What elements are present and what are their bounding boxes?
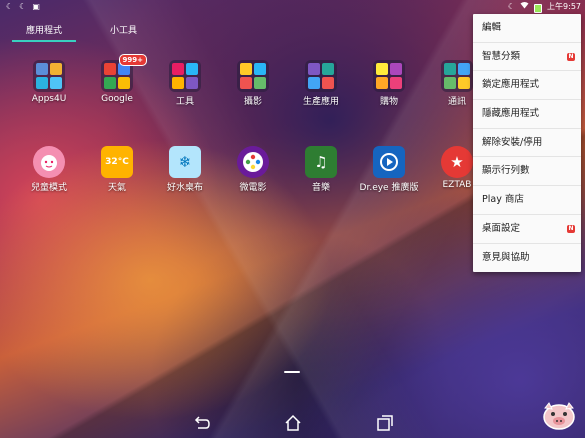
status-bar: ☾ ☾ ▣ ☾ 上午9:57 [0, 0, 585, 14]
menu-item-lock-apps[interactable]: 鎖定應用程式 [473, 71, 581, 101]
kids-mode-icon [33, 146, 65, 178]
clock: 上午9:57 [547, 2, 581, 11]
app-label: 兒童模式 [30, 183, 67, 193]
status-left: ☾ ☾ ▣ [6, 0, 40, 14]
moon-icon: ☾ [507, 2, 516, 11]
menu-item-label: 桌面設定 [482, 222, 521, 234]
app-label: 微電影 [239, 183, 267, 193]
weather-temperature: 32°C [105, 157, 129, 167]
app-tools-folder[interactable]: 工具 [154, 60, 216, 110]
app-kids-mode[interactable]: 兒童模式 [18, 146, 80, 196]
drawer-tabs: 應用程式 小工具 [12, 20, 151, 42]
moon-icon: ☾ [19, 2, 27, 11]
app-label: 好水桌布 [166, 183, 203, 193]
mascot-watermark-icon [539, 400, 579, 432]
app-row: Apps4U 999+ Google 工具 攝影 生產應用 購物 通訊 [18, 54, 498, 110]
wallpaper-icon: ❄ [169, 146, 201, 178]
tab-widgets[interactable]: 小工具 [96, 20, 151, 42]
notification-badge: 999+ [118, 54, 147, 66]
app-label: Apps4U [31, 94, 67, 104]
app-shopping-folder[interactable]: 購物 [358, 60, 420, 110]
gallery-icon: ▣ [32, 2, 40, 11]
menu-item-label: 顯示行列數 [482, 165, 530, 177]
app-label: 生產應用 [302, 97, 339, 107]
menu-item-edit[interactable]: 編輯 [473, 14, 581, 43]
overflow-menu: 編輯 智慧分類 N 鎖定應用程式 隱藏應用程式 解除安裝/停用 顯示行列數 Pla… [473, 14, 581, 272]
menu-item-play-store[interactable]: Play 商店 [473, 186, 581, 215]
menu-item-home-settings[interactable]: 桌面設定 N [473, 215, 581, 244]
new-badge: N [567, 52, 575, 61]
status-right: ☾ 上午9:57 [508, 0, 581, 14]
weather-icon: 32°C [101, 146, 133, 178]
menu-item-label: 鎖定應用程式 [482, 79, 540, 91]
moon-icon: ☾ [6, 2, 14, 11]
navigation-bar [0, 408, 585, 438]
folder-icon [441, 60, 473, 92]
folder-icon [373, 60, 405, 92]
battery-icon [534, 3, 543, 13]
app-productivity-folder[interactable]: 生產應用 [290, 60, 352, 110]
folder-icon [33, 60, 65, 92]
menu-item-label: 智慧分類 [482, 50, 521, 62]
minimovie-icon [237, 146, 269, 178]
folder-icon [305, 60, 337, 92]
app-wallpaper[interactable]: ❄ 好水桌布 [154, 146, 216, 196]
app-google-folder[interactable]: 999+ Google [86, 54, 148, 110]
app-camera-folder[interactable]: 攝影 [222, 60, 284, 110]
menu-item-label: 意見與協助 [482, 251, 530, 263]
app-label: 工具 [175, 97, 194, 107]
app-label: 音樂 [311, 183, 330, 193]
folder-icon [169, 60, 201, 92]
app-label: Google [101, 94, 133, 104]
menu-item-label: 編輯 [482, 22, 502, 33]
eztable-icon: ★ [441, 146, 473, 178]
new-badge: N [567, 224, 575, 233]
menu-item-label: 隱藏應用程式 [482, 108, 540, 120]
menu-item-uninstall[interactable]: 解除安裝/停用 [473, 129, 581, 158]
app-apps4u-folder[interactable]: Apps4U [18, 60, 80, 110]
app-weather[interactable]: 32°C 天氣 [86, 146, 148, 196]
folder-icon [237, 60, 269, 92]
app-label: 攝影 [243, 97, 262, 107]
menu-item-hide-apps[interactable]: 隱藏應用程式 [473, 100, 581, 129]
back-icon[interactable] [190, 412, 212, 434]
app-row: 兒童模式 32°C 天氣 ❄ 好水桌布 微電影 ♫ 音樂 Dr.eye 推廣版 [18, 146, 498, 196]
app-label: 購物 [379, 97, 398, 107]
menu-item-smart-group[interactable]: 智慧分類 N [473, 43, 581, 72]
menu-item-label: 解除安裝/停用 [482, 136, 543, 148]
wifi-icon [520, 0, 529, 14]
menu-item-grid-size[interactable]: 顯示行列數 [473, 157, 581, 187]
folder-icon: 999+ [101, 54, 147, 92]
app-label: Dr.eye 推廣版 [359, 183, 419, 193]
app-minimovie[interactable]: 微電影 [222, 146, 284, 196]
app-label: 天氣 [107, 183, 126, 193]
recents-icon[interactable] [374, 412, 396, 434]
menu-item-label: Play 商店 [482, 194, 524, 206]
music-icon: ♫ [305, 146, 337, 178]
app-music[interactable]: ♫ 音樂 [290, 146, 352, 196]
dreye-icon [373, 146, 405, 178]
tab-apps[interactable]: 應用程式 [12, 20, 77, 42]
page-indicator [284, 371, 300, 373]
menu-item-feedback[interactable]: 意見與協助 [473, 244, 581, 273]
app-dreye[interactable]: Dr.eye 推廣版 [358, 146, 420, 196]
home-icon[interactable] [282, 412, 304, 434]
